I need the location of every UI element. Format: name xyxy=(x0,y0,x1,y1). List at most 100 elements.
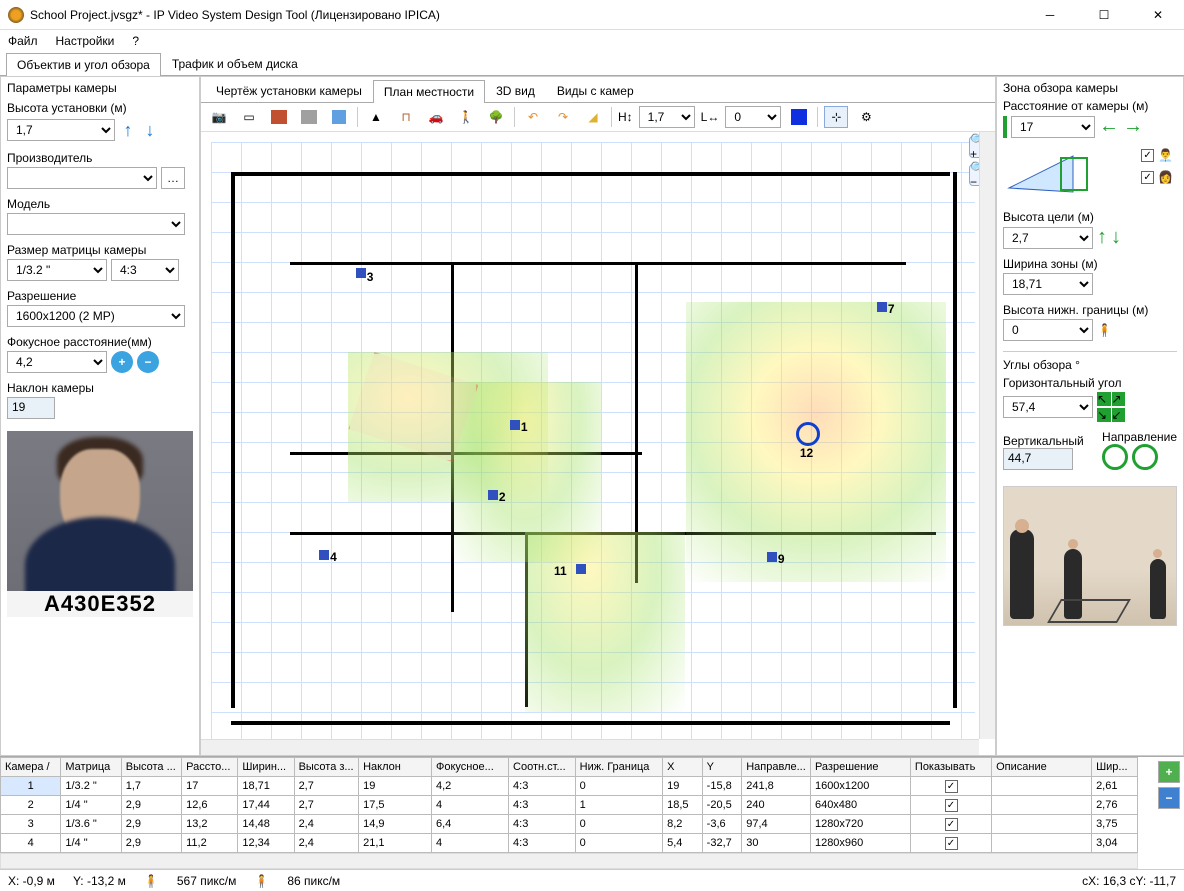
table-header[interactable]: Описание xyxy=(992,758,1092,777)
table-header[interactable]: Рассто... xyxy=(182,758,238,777)
dist-right-icon[interactable]: → xyxy=(1123,115,1143,138)
camera-preview: A430E352 xyxy=(7,431,193,617)
table-row[interactable]: 31/3.6 "2,913,214,482,414,96,44:308,2-3,… xyxy=(1,815,1138,834)
table-header[interactable]: Соотн.ст... xyxy=(509,758,576,777)
snap-tool-icon[interactable]: ⊹ xyxy=(824,106,848,128)
table-row[interactable]: 21/4 "2,912,617,442,717,544:3118,5-20,52… xyxy=(1,796,1138,815)
tab-lens[interactable]: Объектив и угол обзора xyxy=(6,53,161,76)
camera-marker-2[interactable]: 2 xyxy=(499,490,506,504)
table-header[interactable]: Ширин... xyxy=(238,758,294,777)
install-height-select[interactable]: 1,7 xyxy=(7,119,115,141)
cube-tool-icon[interactable] xyxy=(327,106,351,128)
camera-marker-9[interactable]: 9 xyxy=(778,552,785,566)
menu-file[interactable]: Файл xyxy=(8,34,38,48)
remove-row-button[interactable]: − xyxy=(1158,787,1180,809)
close-button[interactable]: ✕ xyxy=(1140,3,1176,27)
table-header[interactable]: Направле... xyxy=(742,758,811,777)
redo-icon[interactable]: ↷ xyxy=(551,106,575,128)
person-tool-icon[interactable]: 🚶 xyxy=(454,106,478,128)
resolution-select[interactable]: 1600x1200 (2 MP) xyxy=(7,305,185,327)
label-install-height: Высота установки (м) xyxy=(7,101,193,115)
maximize-button[interactable]: ☐ xyxy=(1086,3,1122,27)
rotate-ccw-icon[interactable] xyxy=(1102,444,1128,470)
table-row[interactable]: 11/3.2 "1,71718,712,7194,24:3019-15,8241… xyxy=(1,777,1138,796)
plan-toolbar: 📷 ▭ ▲ ⊓ 🚗 🚶 🌳 ↶ ↷ ◢ H↕ 1,7 L↔ 0 ⊹ ⚙ xyxy=(201,103,995,132)
color-swatch[interactable] xyxy=(787,106,811,128)
settings-tool-icon[interactable]: ⚙ xyxy=(854,106,878,128)
table-header[interactable]: X xyxy=(663,758,703,777)
show-woman-checkbox[interactable]: ✓ xyxy=(1141,171,1154,184)
table-header[interactable]: Y xyxy=(702,758,742,777)
height-up-icon[interactable]: ↑ xyxy=(119,117,137,143)
camera-marker-11[interactable]: 11 xyxy=(554,564,567,578)
table-tool-icon[interactable]: ⊓ xyxy=(394,106,418,128)
camera-marker-1[interactable]: 1 xyxy=(521,420,528,434)
zone-width-select[interactable]: 18,71 xyxy=(1003,273,1093,295)
tab-install-drawing[interactable]: Чертёж установки камеры xyxy=(205,79,373,102)
tab-site-plan[interactable]: План местности xyxy=(373,80,485,103)
target-height-select[interactable]: 2,7 xyxy=(1003,227,1093,249)
manufacturer-select[interactable] xyxy=(7,167,157,189)
horiz-angle-select[interactable]: 57,4 xyxy=(1003,396,1093,418)
contract-icon[interactable]: ↘↙ xyxy=(1097,408,1125,422)
target-up-icon[interactable]: ↑ xyxy=(1097,226,1107,249)
focal-plus-button[interactable]: + xyxy=(111,351,133,373)
add-row-button[interactable]: + xyxy=(1158,761,1180,783)
minimize-button[interactable]: ─ xyxy=(1032,3,1068,27)
camera-table[interactable]: Камера /МатрицаВысота ...Рассто...Ширин.… xyxy=(0,757,1138,853)
fence-tool-icon[interactable] xyxy=(297,106,321,128)
table-header[interactable]: Показывать xyxy=(910,758,991,777)
table-header[interactable]: Матрица xyxy=(61,758,121,777)
table-header[interactable]: Наклон xyxy=(359,758,432,777)
sensor-select[interactable]: 1/3.2 " xyxy=(7,259,107,281)
table-header[interactable]: Ниж. Граница xyxy=(575,758,662,777)
tab-traffic[interactable]: Трафик и объем диска xyxy=(161,52,309,75)
aspect-select[interactable]: 4:3 xyxy=(111,259,179,281)
wall-tool-icon[interactable]: ▭ xyxy=(237,106,261,128)
distance-select[interactable]: 17 xyxy=(1011,116,1095,138)
menu-settings[interactable]: Настройки xyxy=(56,34,115,48)
brick-tool-icon[interactable] xyxy=(267,106,291,128)
canvas-scroll-vertical[interactable] xyxy=(979,132,995,739)
cone-tool-icon[interactable]: ▲ xyxy=(364,106,388,128)
model-select[interactable] xyxy=(7,213,185,235)
table-header[interactable]: Камера / xyxy=(1,758,61,777)
target-down-icon[interactable]: ↓ xyxy=(1111,226,1121,249)
table-header[interactable]: Шир... xyxy=(1092,758,1138,777)
show-man-checkbox[interactable]: ✓ xyxy=(1141,149,1154,162)
table-row[interactable]: 41/4 "2,911,212,342,421,144:305,4-32,730… xyxy=(1,834,1138,853)
l-value-select[interactable]: 0 xyxy=(725,106,781,128)
show-checkbox[interactable]: ✓ xyxy=(945,780,958,793)
focal-minus-button[interactable]: − xyxy=(137,351,159,373)
car-tool-icon[interactable]: 🚗 xyxy=(424,106,448,128)
camera-marker-3[interactable]: 3 xyxy=(367,270,374,284)
table-scroll-horizontal[interactable] xyxy=(0,853,1138,869)
rotate-cw-icon[interactable] xyxy=(1132,444,1158,470)
menu-help[interactable]: ? xyxy=(132,34,139,48)
table-header[interactable]: Фокусное... xyxy=(431,758,508,777)
show-checkbox[interactable]: ✓ xyxy=(945,818,958,831)
tab-camera-views[interactable]: Виды с камер xyxy=(546,79,645,102)
height-down-icon[interactable]: ↓ xyxy=(141,117,159,143)
table-header[interactable]: Разрешение xyxy=(810,758,910,777)
camera-marker-7[interactable]: 7 xyxy=(888,302,895,316)
camera-tool-icon[interactable]: 📷 xyxy=(207,106,231,128)
table-header[interactable]: Высота з... xyxy=(294,758,359,777)
eraser-tool-icon[interactable]: ◢ xyxy=(581,106,605,128)
show-checkbox[interactable]: ✓ xyxy=(945,837,958,850)
undo-icon[interactable]: ↶ xyxy=(521,106,545,128)
camera-target-12[interactable] xyxy=(796,422,820,446)
floorplan-canvas[interactable]: 1 2 3 4 7 9 11 12 🔍+ 🔍− xyxy=(201,132,995,755)
manufacturer-more-button[interactable]: … xyxy=(161,167,185,189)
canvas-scroll-horizontal[interactable] xyxy=(201,739,979,755)
focal-select[interactable]: 4,2 xyxy=(7,351,107,373)
tree-tool-icon[interactable]: 🌳 xyxy=(484,106,508,128)
camera-marker-4[interactable]: 4 xyxy=(330,550,337,564)
h-value-select[interactable]: 1,7 xyxy=(639,106,695,128)
expand-icon[interactable]: ↖↗ xyxy=(1097,392,1125,406)
tab-3d-view[interactable]: 3D вид xyxy=(485,79,546,102)
dist-left-icon[interactable]: ← xyxy=(1099,115,1119,138)
lower-height-select[interactable]: 0 xyxy=(1003,319,1093,341)
show-checkbox[interactable]: ✓ xyxy=(945,799,958,812)
table-header[interactable]: Высота ... xyxy=(121,758,181,777)
